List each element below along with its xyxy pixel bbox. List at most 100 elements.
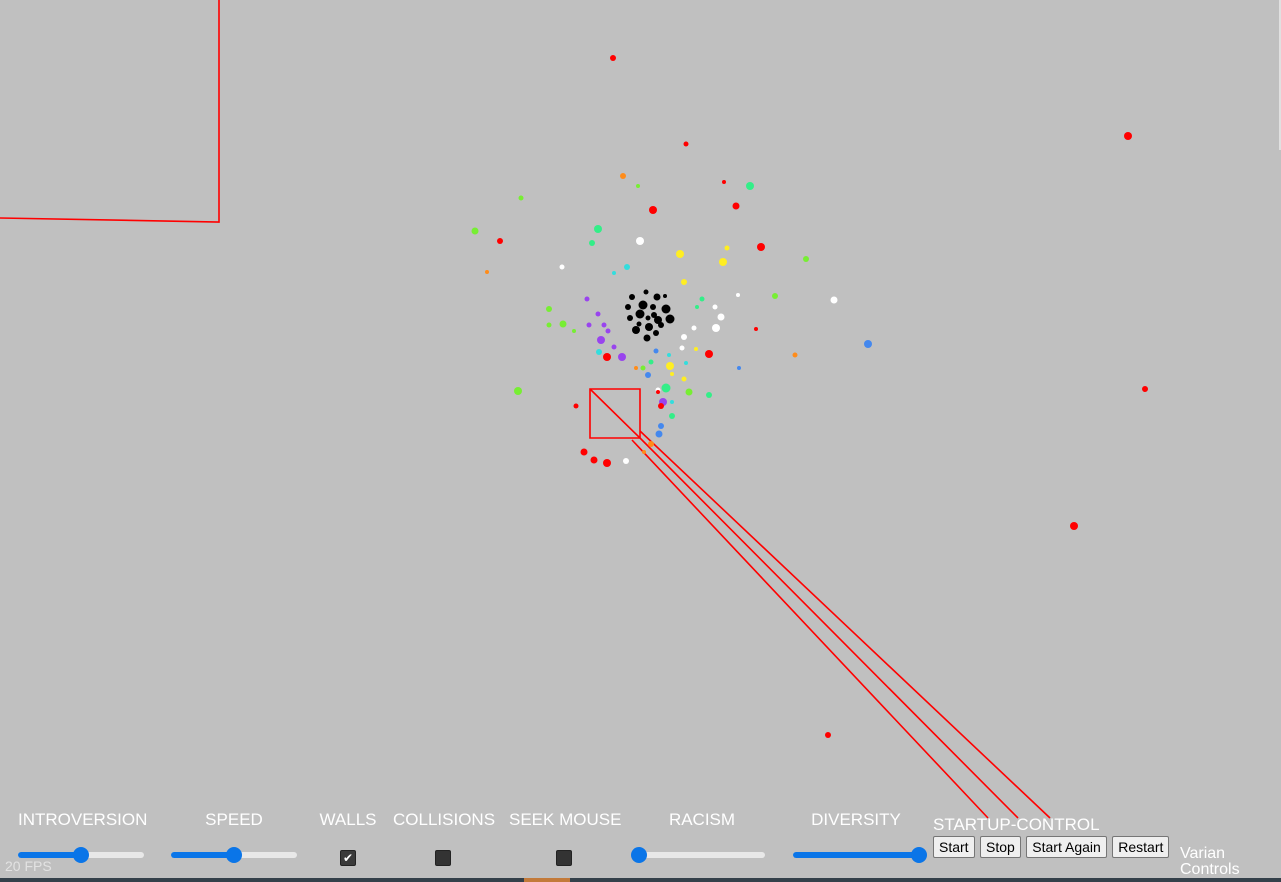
agent-dot: [620, 173, 626, 179]
walls-checkbox[interactable]: ✔: [340, 850, 356, 866]
agent-dot: [471, 227, 479, 235]
agent-dot: [737, 366, 741, 370]
agent-dot: [699, 296, 705, 302]
restart-button[interactable]: Restart: [1112, 836, 1170, 858]
agent-dot: [584, 296, 590, 302]
slider-thumb[interactable]: [73, 847, 89, 863]
agent-dot: [1142, 386, 1148, 392]
agent-dot: [559, 264, 565, 270]
agent-dot: [632, 326, 640, 334]
seek-mouse-control: SEEK MOUSE: [509, 810, 622, 866]
agent-dot: [497, 238, 503, 244]
wall-segment: [639, 437, 1019, 819]
agent-dot: [681, 334, 687, 340]
agent-dot: [612, 271, 616, 275]
collisions-checkbox[interactable]: [435, 850, 451, 866]
agent-dot: [683, 141, 689, 147]
racism-label: RACISM: [668, 810, 736, 829]
agent-dot: [772, 293, 778, 299]
agent-dot: [732, 202, 740, 210]
varian-controls-label: Varian Controls: [1180, 846, 1270, 878]
agent-dot: [601, 322, 607, 328]
agent-dot: [595, 311, 601, 317]
startup-control-label: STARTUP-CONTROL: [933, 815, 1100, 834]
slider-thumb[interactable]: [226, 847, 242, 863]
agent-dot: [636, 321, 642, 327]
start-button[interactable]: Start: [933, 836, 975, 858]
agent-dot: [803, 256, 809, 262]
agent-dot: [642, 450, 646, 454]
stop-button[interactable]: Stop: [980, 836, 1021, 858]
simulation-canvas[interactable]: [0, 0, 1281, 882]
slider-thumb[interactable]: [911, 847, 927, 863]
seek-mouse-label: SEEK MOUSE: [509, 810, 622, 829]
agent-dot: [624, 264, 630, 270]
agent-dot: [653, 293, 661, 301]
introversion-control: INTROVERSION: [18, 810, 147, 863]
agent-dot: [653, 348, 659, 354]
collisions-control: COLLISIONS: [393, 810, 496, 866]
agent-dot: [669, 413, 675, 419]
agent-dot: [636, 237, 644, 245]
seek-mouse-checkbox[interactable]: [556, 850, 572, 866]
speed-slider[interactable]: [171, 847, 297, 863]
agent-dot: [754, 327, 758, 331]
collisions-label: COLLISIONS: [393, 810, 496, 829]
agent-dot: [830, 296, 838, 304]
agent-dot: [1124, 132, 1132, 140]
agent-dot: [611, 344, 617, 350]
agent-dot: [679, 345, 685, 351]
agent-dot: [625, 304, 631, 310]
agent-dot: [825, 732, 831, 738]
varian-controls-text: Varian Controls: [1180, 845, 1240, 878]
agent-dot: [594, 225, 602, 233]
slider-thumb[interactable]: [631, 847, 647, 863]
agent-dot: [518, 195, 524, 201]
startup-control: STARTUP-CONTROL Start Stop Start Again R…: [933, 815, 1170, 858]
agent-dot: [1070, 522, 1078, 530]
agent-dot: [658, 403, 664, 409]
agent-dot: [792, 352, 798, 358]
agent-dot: [603, 353, 611, 361]
agent-dot: [694, 347, 698, 351]
agent-dot: [590, 456, 598, 464]
racism-control: RACISM: [631, 810, 765, 863]
agent-dot: [638, 300, 648, 310]
agent-dot: [663, 294, 667, 298]
agent-dot: [705, 350, 713, 358]
agent-dot: [656, 390, 660, 394]
agent-dot: [586, 322, 592, 328]
agent-dot: [580, 448, 588, 456]
agent-dot: [658, 423, 664, 429]
agent-dot: [757, 243, 765, 251]
agent-dot: [623, 458, 629, 464]
agent-dot: [605, 328, 611, 334]
agent-dot: [618, 353, 626, 361]
agent-dot: [645, 323, 653, 331]
agent-dot: [667, 353, 671, 357]
agent-dot: [685, 388, 693, 396]
agent-dot: [546, 322, 552, 328]
racism-slider[interactable]: [631, 847, 765, 863]
start-again-button[interactable]: Start Again: [1026, 836, 1107, 858]
agent-dot: [546, 306, 552, 312]
speed-control: SPEED: [171, 810, 297, 863]
wall-segment: [639, 430, 1051, 819]
agent-dot: [661, 383, 671, 393]
agent-dot: [596, 349, 602, 355]
agent-dot: [640, 365, 646, 371]
agent-dot: [635, 309, 645, 319]
agent-dot: [610, 55, 616, 61]
agent-dot: [589, 240, 595, 246]
agent-dot: [650, 304, 656, 310]
agent-dot: [691, 325, 697, 331]
diversity-label: DIVERSITY: [811, 810, 901, 829]
walls: [0, 0, 1281, 819]
walls-control: WALLS ✔: [318, 810, 378, 866]
agent-dot: [681, 279, 687, 285]
agent-dot: [653, 330, 659, 336]
agent-dot: [670, 400, 674, 404]
agent-dot: [746, 182, 754, 190]
agent-dot: [658, 322, 664, 328]
diversity-slider[interactable]: [793, 847, 927, 863]
